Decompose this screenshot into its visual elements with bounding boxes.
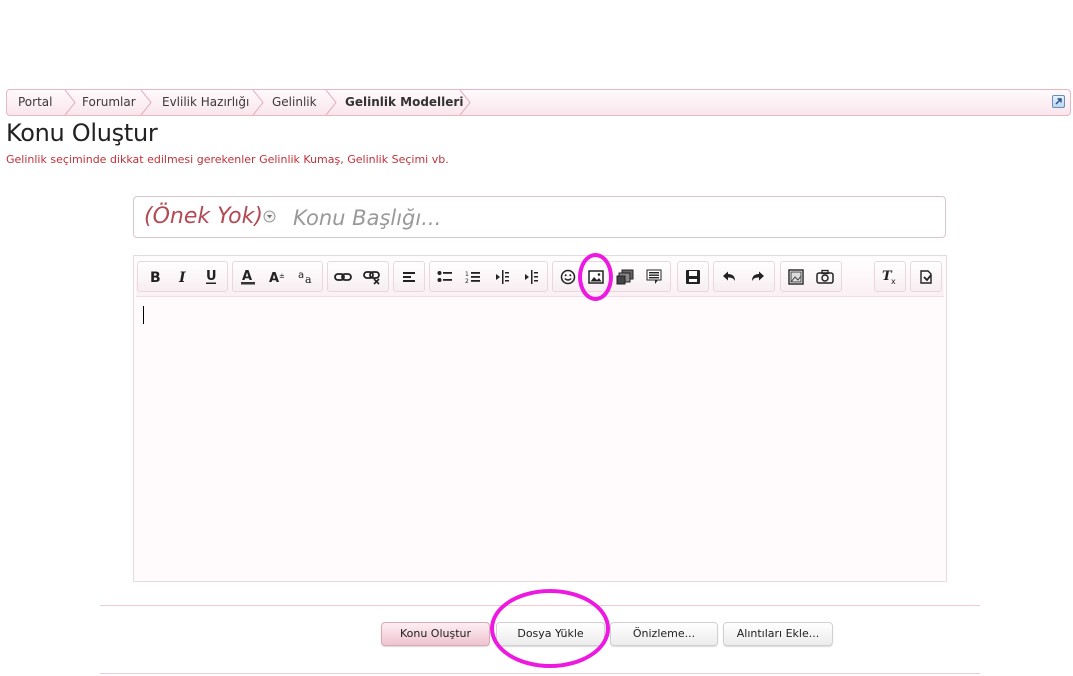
- svg-text:I: I: [178, 270, 186, 284]
- camera-icon[interactable]: [813, 265, 837, 289]
- svg-text:A: A: [242, 269, 252, 284]
- page-title: Konu Oluştur: [6, 119, 158, 147]
- undo-icon[interactable]: [717, 265, 741, 289]
- link-icon[interactable]: [331, 265, 355, 289]
- bold-icon[interactable]: B: [143, 265, 167, 289]
- breadcrumb-gelinlik[interactable]: Gelinlik: [272, 90, 317, 115]
- breadcrumb-current: Gelinlik Modelleri: [345, 95, 464, 109]
- popout-icon[interactable]: [1052, 95, 1065, 108]
- quote-icon[interactable]: [642, 265, 666, 289]
- prefix-selector[interactable]: (Önek Yok): [144, 204, 263, 229]
- svg-text:x: x: [891, 277, 896, 285]
- breadcrumb: Portal Forumlar Evlilik Hazırlığı Gelinl…: [6, 89, 1071, 116]
- svg-text:1: 1: [465, 271, 469, 278]
- indent-icon[interactable]: [519, 265, 543, 289]
- toolbar-group-history: [713, 261, 775, 292]
- toolbar-group-gallery: [780, 261, 842, 292]
- redo-icon[interactable]: [746, 265, 770, 289]
- message-editor[interactable]: B I U A A ± aa 12 T x: [133, 255, 947, 582]
- bullet-list-icon[interactable]: [433, 265, 457, 289]
- submit-button[interactable]: Konu Oluştur: [381, 622, 490, 646]
- breadcrumb-separator-icon: [325, 90, 337, 115]
- font-size-icon[interactable]: A ±: [265, 265, 289, 289]
- svg-text:A: A: [269, 271, 279, 285]
- breadcrumb-forumlar[interactable]: Forumlar: [82, 90, 136, 115]
- remove-format-icon[interactable]: Tx: [878, 265, 902, 289]
- image-icon[interactable]: [584, 265, 608, 289]
- chevron-down-icon[interactable]: [263, 210, 276, 223]
- breadcrumb-separator-icon: [64, 90, 76, 115]
- toolbar-group-link: [327, 261, 389, 292]
- gallery-icon[interactable]: [784, 265, 808, 289]
- unlink-icon[interactable]: [360, 265, 384, 289]
- thread-title-box: (Önek Yok): [133, 196, 946, 238]
- insert-quotes-button[interactable]: Alıntıları Ekle...: [723, 622, 833, 646]
- svg-text:2: 2: [465, 278, 469, 284]
- text-cursor: [143, 306, 144, 324]
- toolbar-group-align: [393, 261, 425, 292]
- toolbar-group-font: A A ± aa: [232, 261, 323, 292]
- page-description: Gelinlik seçiminde dikkat edilmesi gerek…: [6, 153, 449, 166]
- toolbar-group-lists: 12: [429, 261, 548, 292]
- breadcrumb-separator-icon: [459, 90, 471, 115]
- svg-text:a: a: [298, 270, 304, 281]
- media-icon[interactable]: [613, 265, 637, 289]
- preview-button[interactable]: Önizleme...: [610, 622, 718, 646]
- editor-toolbar: B I U A A ± aa 12 T x: [136, 258, 944, 297]
- divider: [100, 605, 980, 606]
- toolbar-group-text-style: B I U: [137, 261, 228, 292]
- align-icon[interactable]: [397, 265, 421, 289]
- toolbar-group-source: [910, 261, 942, 292]
- italic-icon[interactable]: I: [171, 265, 195, 289]
- save-draft-icon[interactable]: [681, 265, 705, 289]
- breadcrumb-portal[interactable]: Portal: [18, 90, 52, 115]
- font-color-icon[interactable]: A: [236, 265, 260, 289]
- upload-button[interactable]: Dosya Yükle: [496, 622, 605, 646]
- breadcrumb-separator-icon: [252, 90, 264, 115]
- breadcrumb-evlilik[interactable]: Evlilik Hazırlığı: [162, 90, 249, 115]
- smiley-icon[interactable]: [556, 265, 580, 289]
- toolbar-group-save: [677, 261, 709, 292]
- underline-icon[interactable]: U: [199, 265, 223, 289]
- svg-text:B: B: [150, 270, 161, 284]
- svg-text:U: U: [206, 269, 217, 284]
- svg-text:±: ±: [279, 272, 285, 280]
- font-family-icon[interactable]: aa: [294, 265, 318, 289]
- numbered-list-icon[interactable]: 12: [461, 265, 485, 289]
- breadcrumb-separator-icon: [140, 90, 152, 115]
- svg-text:a: a: [305, 273, 312, 285]
- toggle-source-icon[interactable]: [914, 265, 938, 289]
- divider: [100, 673, 980, 674]
- thread-title-input[interactable]: [291, 201, 935, 235]
- toolbar-group-format: Tx: [874, 261, 906, 292]
- outdent-icon[interactable]: [490, 265, 514, 289]
- toolbar-group-insert: [552, 261, 671, 292]
